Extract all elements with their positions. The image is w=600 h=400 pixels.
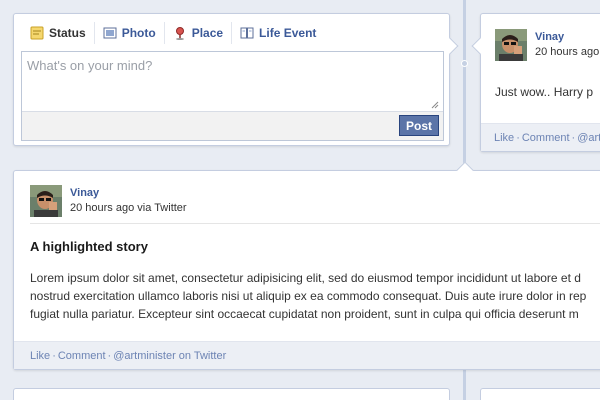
composer-tabs: Status Photo Place Life Event bbox=[14, 14, 449, 52]
status-composer: Status Photo Place Life Event Post bbox=[13, 13, 459, 146]
comment-link[interactable]: Comment bbox=[522, 132, 570, 144]
composer-box: Post bbox=[21, 51, 444, 141]
tab-place-label: Place bbox=[191, 26, 224, 40]
source-link[interactable]: @artminister on Twitter bbox=[113, 350, 226, 362]
story-divider bbox=[30, 223, 600, 224]
story-meta: 20 hours ago via Twitter bbox=[70, 202, 187, 214]
tab-status-label: Status bbox=[49, 26, 86, 40]
tab-photo-label: Photo bbox=[121, 26, 156, 40]
story-body: Lorem ipsum dolor sit amet, consectetur … bbox=[30, 269, 600, 323]
tab-life-event-label: Life Event bbox=[259, 26, 317, 40]
tab-status[interactable]: Status bbox=[22, 22, 95, 44]
photo-icon bbox=[103, 26, 117, 40]
post-time[interactable]: 20 hours ago bbox=[535, 46, 599, 58]
story-headline: A highlighted story bbox=[30, 239, 148, 254]
comment-link[interactable]: Comment bbox=[58, 350, 106, 362]
story-body-line: nostrud exercitation ullamco laboris nis… bbox=[30, 289, 587, 303]
tab-place[interactable]: Place bbox=[165, 22, 233, 44]
tab-life-event[interactable]: Life Event bbox=[232, 22, 324, 44]
story-body-line: fugiat nulla pariatur. Excepteur sint oc… bbox=[30, 307, 579, 321]
post-footer: Like · Comment · @art bbox=[481, 123, 600, 151]
post-button[interactable]: Post bbox=[399, 115, 439, 136]
next-post-card-right bbox=[480, 388, 600, 400]
status-icon bbox=[30, 26, 44, 40]
source-link[interactable]: @art bbox=[577, 132, 600, 144]
avatar[interactable] bbox=[30, 185, 62, 217]
avatar[interactable] bbox=[495, 29, 527, 61]
story-body-line: Lorem ipsum dolor sit amet, consectetur … bbox=[30, 271, 581, 285]
story-author[interactable]: Vinay bbox=[70, 187, 99, 199]
life-event-icon bbox=[240, 26, 254, 40]
highlighted-story-card: Vinay 20 hours ago via Twitter A highlig… bbox=[13, 161, 600, 370]
place-icon bbox=[173, 26, 187, 40]
next-post-card-left bbox=[13, 388, 450, 400]
post-text: Just wow.. Harry p bbox=[495, 85, 594, 99]
status-input[interactable] bbox=[22, 52, 443, 112]
tab-photo[interactable]: Photo bbox=[95, 22, 165, 44]
timeline-dot bbox=[461, 60, 468, 67]
post-author[interactable]: Vinay bbox=[535, 31, 564, 43]
story-footer: Like · Comment · @artminister on Twitter bbox=[14, 341, 600, 369]
right-post-pointer bbox=[471, 37, 489, 55]
like-link[interactable]: Like bbox=[494, 132, 514, 144]
right-post-card: Vinay 20 hours ago Just wow.. Harry p Li… bbox=[471, 13, 600, 152]
like-link[interactable]: Like bbox=[30, 350, 50, 362]
story-pointer bbox=[456, 161, 474, 179]
resize-grip-icon[interactable] bbox=[431, 98, 439, 112]
